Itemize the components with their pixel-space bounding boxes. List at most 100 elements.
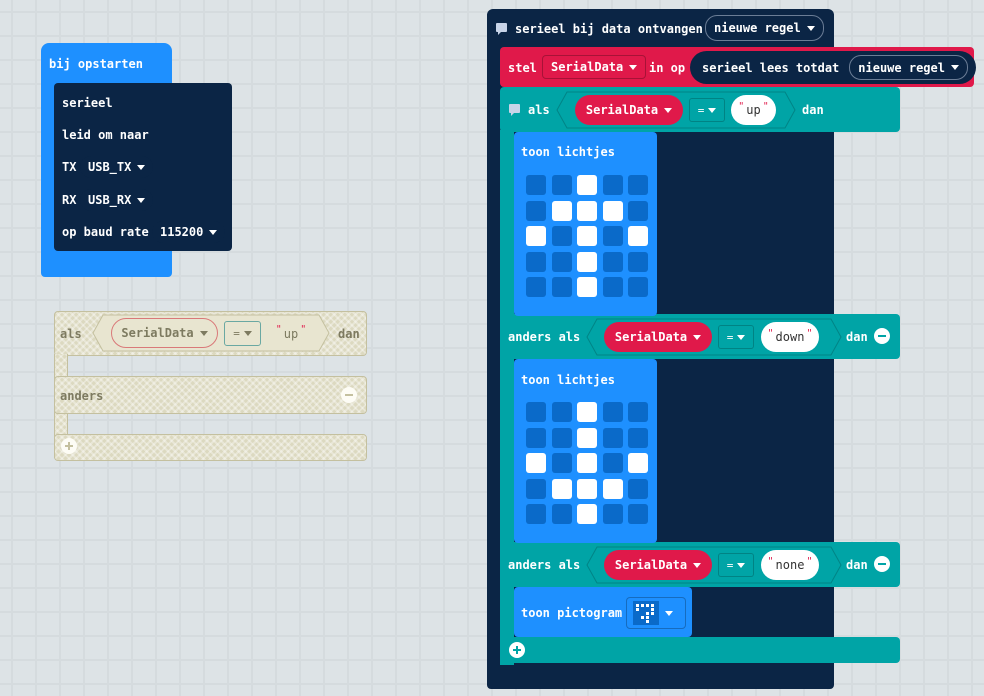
led-cell[interactable]	[602, 277, 623, 297]
led-cell[interactable]	[628, 453, 648, 473]
cond3-op[interactable]: =	[718, 553, 754, 577]
minus-icon[interactable]	[874, 328, 890, 344]
led-cell[interactable]	[526, 175, 546, 195]
cond2-op-value: =	[726, 330, 734, 344]
led-cell[interactable]	[551, 277, 572, 297]
chevron-down-icon	[737, 334, 746, 340]
led-cell[interactable]	[628, 504, 648, 524]
cond2-string[interactable]: " down "	[761, 322, 819, 352]
tx-dropdown[interactable]: USB_TX	[80, 156, 154, 178]
set-var-value: SerialData	[551, 60, 624, 74]
cond1-op[interactable]: =	[689, 98, 725, 122]
led-cell[interactable]	[602, 251, 623, 272]
led-cell[interactable]	[577, 251, 597, 272]
baud-dropdown[interactable]: 115200	[152, 221, 226, 243]
led-cell[interactable]	[628, 175, 648, 195]
led-cell[interactable]	[551, 478, 572, 499]
led-grid-1[interactable]	[526, 175, 651, 300]
plus-icon[interactable]	[61, 438, 77, 454]
disabled-var-value: SerialData	[121, 326, 194, 340]
rx-dropdown[interactable]: USB_RX	[80, 189, 154, 211]
if-label: als	[528, 103, 550, 117]
led-cell[interactable]	[602, 427, 623, 448]
chevron-down-icon	[137, 197, 146, 203]
led-cell[interactable]	[577, 402, 597, 422]
icon-picker-dropdown[interactable]	[626, 597, 686, 629]
led-grid-2[interactable]	[526, 402, 651, 527]
received-option-dropdown[interactable]: nieuwe regel	[705, 15, 824, 41]
led-cell[interactable]	[577, 226, 597, 246]
elif-label-2: anders als	[508, 558, 581, 572]
received-option-value: nieuwe regel	[714, 21, 801, 35]
led-cell[interactable]	[628, 200, 648, 221]
led-cell[interactable]	[526, 427, 546, 448]
set-var-dropdown[interactable]: SerialData	[542, 55, 647, 79]
led-cell[interactable]	[628, 402, 648, 422]
minus-icon[interactable]	[874, 556, 890, 572]
led-cell[interactable]	[628, 427, 648, 448]
tx-value: USB_TX	[88, 160, 132, 174]
baud-label: op baud rate	[62, 225, 149, 239]
led-cell[interactable]	[602, 478, 623, 499]
cond2-var[interactable]: SerialData	[604, 322, 712, 352]
led-cell[interactable]	[577, 504, 597, 524]
led-cell[interactable]	[577, 200, 597, 221]
serial-read-until-block[interactable]: serieel lees totdat nieuwe regel	[690, 51, 976, 84]
led-cell[interactable]	[628, 277, 648, 297]
cond1-var[interactable]: SerialData	[575, 95, 683, 125]
led-cell[interactable]	[551, 226, 572, 246]
comment-icon[interactable]	[509, 104, 520, 116]
if-end-row[interactable]	[500, 637, 900, 663]
led-cell[interactable]	[577, 478, 597, 499]
led-cell[interactable]	[628, 251, 648, 272]
chevron-down-icon	[708, 107, 717, 113]
cond2-string-value: down	[775, 330, 805, 344]
led-cell[interactable]	[602, 226, 623, 246]
plus-icon[interactable]	[509, 642, 525, 658]
set-to-label: in op	[649, 61, 686, 75]
set-label: stel	[508, 61, 537, 75]
disabled-op-dropdown[interactable]: =	[224, 321, 261, 346]
minus-icon[interactable]	[341, 387, 357, 403]
led-cell[interactable]	[551, 427, 572, 448]
led-cell[interactable]	[526, 402, 546, 422]
led-cell[interactable]	[577, 453, 597, 473]
led-cell[interactable]	[526, 277, 546, 297]
led-cell[interactable]	[577, 277, 597, 297]
led-cell[interactable]	[551, 402, 572, 422]
led-cell[interactable]	[551, 251, 572, 272]
led-cell[interactable]	[602, 453, 623, 473]
cond1-string[interactable]: " up "	[731, 95, 776, 125]
led-cell[interactable]	[602, 200, 623, 221]
led-cell[interactable]	[526, 504, 546, 524]
led-cell[interactable]	[628, 478, 648, 499]
led-cell[interactable]	[551, 504, 572, 524]
led-cell[interactable]	[526, 478, 546, 499]
read-option-value: nieuwe regel	[858, 60, 945, 75]
cond3-var[interactable]: SerialData	[604, 550, 712, 580]
led-cell[interactable]	[551, 175, 572, 195]
led-cell[interactable]	[551, 453, 572, 473]
led-cell[interactable]	[526, 200, 546, 221]
disabled-string-value: up	[283, 326, 299, 341]
cond3-string[interactable]: " none "	[761, 550, 819, 580]
read-option-dropdown[interactable]: nieuwe regel	[849, 55, 968, 80]
comment-icon[interactable]	[496, 23, 507, 35]
led-cell[interactable]	[577, 175, 597, 195]
chevron-down-icon	[629, 64, 638, 70]
led-cell[interactable]	[577, 427, 597, 448]
led-cell[interactable]	[526, 453, 546, 473]
led-cell[interactable]	[602, 175, 623, 195]
chevron-down-icon	[950, 65, 959, 70]
disabled-end-row[interactable]	[54, 434, 367, 461]
led-cell[interactable]	[628, 226, 648, 246]
led-cell[interactable]	[526, 251, 546, 272]
disabled-string[interactable]: " up "	[268, 319, 314, 348]
chevron-down-icon	[693, 562, 702, 568]
led-cell[interactable]	[602, 402, 623, 422]
disabled-var-dropdown[interactable]: SerialData	[111, 318, 218, 348]
cond2-op[interactable]: =	[718, 325, 754, 349]
led-cell[interactable]	[602, 504, 623, 524]
led-cell[interactable]	[526, 226, 546, 246]
led-cell[interactable]	[551, 200, 572, 221]
